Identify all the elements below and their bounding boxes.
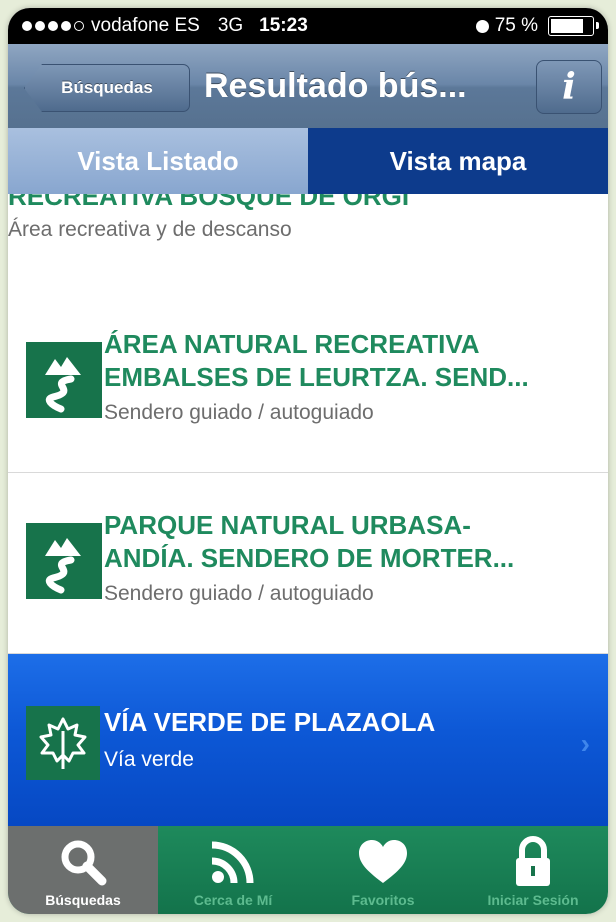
info-button[interactable]: i <box>536 60 602 114</box>
list-item-title-line: ÁREA NATURAL RECREATIVA <box>104 329 480 359</box>
heart-icon <box>357 834 409 890</box>
tabbar-label: Iniciar Sesión <box>487 892 579 908</box>
battery-percent: 75 % <box>494 15 538 36</box>
leaf-icon <box>26 706 100 780</box>
list-item-title-line: PARQUE NATURAL URBASA- <box>104 510 471 540</box>
list-item-subtitle: Vía verde <box>104 748 194 771</box>
mountain-trail-icon <box>26 523 102 599</box>
lock-icon <box>513 834 553 890</box>
list-item-subtitle: Sendero guiado / autoguiado <box>104 582 374 605</box>
list-item-title: PARQUE NATURAL URBASA- ANDÍA. SENDERO DE… <box>104 509 584 575</box>
status-bar: vodafone ES 3G 15:23 75 % <box>8 8 608 44</box>
alarm-icon <box>475 19 489 33</box>
tabbar-label: Búsquedas <box>45 892 121 908</box>
tabbar-item-busquedas[interactable]: Búsquedas <box>8 826 158 914</box>
view-segmented-control: Vista Listado Vista mapa <box>8 128 608 194</box>
tabbar-label: Favoritos <box>351 892 415 908</box>
status-time: 15:23 <box>259 15 308 36</box>
list-item-title-line: EMBALSES DE LEURTZA. SEND... <box>104 362 529 392</box>
results-list[interactable]: RECREATIVA BOSQUE DE ORGI Área recreativ… <box>8 194 608 826</box>
tabbar-item-cerca[interactable]: Cerca de Mí <box>158 826 308 914</box>
list-item-subtitle: Área recreativa y de descanso <box>8 218 292 241</box>
network-type: 3G <box>217 15 244 36</box>
list-item-title: VÍA VERDE DE PLAZAOLA <box>104 707 436 737</box>
carrier-name: vodafone ES <box>91 15 200 36</box>
list-item-title: ÁREA NATURAL RECREATIVA EMBALSES DE LEUR… <box>104 328 584 394</box>
bottom-tab-bar: Búsquedas Cerca de Mí Favoritos Iniciar … <box>8 826 608 914</box>
list-item-selected[interactable]: VÍA VERDE DE PLAZAOLA Vía verde › <box>8 654 608 826</box>
search-icon <box>59 834 107 890</box>
tabbar-item-favoritos[interactable]: Favoritos <box>308 826 458 914</box>
navigation-bar: Búsquedas Resultado bús... i <box>8 44 608 129</box>
tab-list-view[interactable]: Vista Listado <box>8 128 308 194</box>
signal-strength-icon <box>22 21 84 31</box>
list-item[interactable]: RECREATIVA BOSQUE DE ORGI Área recreativ… <box>8 194 608 293</box>
tabbar-item-sesion[interactable]: Iniciar Sesión <box>458 826 608 914</box>
back-button[interactable]: Búsquedas <box>24 64 190 112</box>
phone-screen: vodafone ES 3G 15:23 75 % Búsquedas Resu… <box>8 8 608 914</box>
chevron-right-icon: › <box>580 728 590 759</box>
battery-icon <box>548 16 599 36</box>
tabbar-label: Cerca de Mí <box>193 892 273 908</box>
list-item-title-line: ANDÍA. SENDERO DE MORTER... <box>104 543 515 573</box>
mountain-trail-icon <box>26 342 102 418</box>
list-item[interactable]: ÁREA NATURAL RECREATIVA EMBALSES DE LEUR… <box>8 292 608 473</box>
list-item[interactable]: PARQUE NATURAL URBASA- ANDÍA. SENDERO DE… <box>8 473 608 654</box>
list-item-title: RECREATIVA BOSQUE DE ORGI <box>8 194 410 211</box>
page-title: Resultado bús... <box>204 67 467 105</box>
nearby-signal-icon <box>208 834 258 890</box>
tab-map-view[interactable]: Vista mapa <box>308 128 608 194</box>
list-item-subtitle: Sendero guiado / autoguiado <box>104 401 374 424</box>
